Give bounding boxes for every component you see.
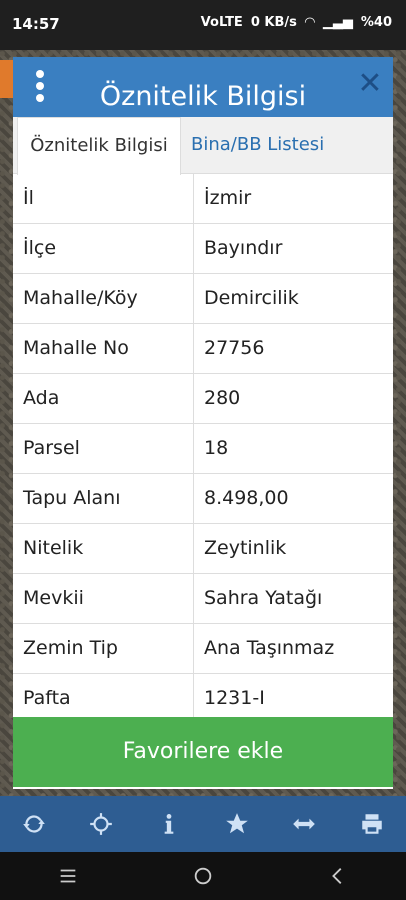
table-row: Parsel 18	[13, 424, 393, 474]
print-icon[interactable]	[355, 807, 389, 841]
row-key: Nitelik	[13, 524, 194, 573]
table-row: Mahalle/Köy Demircilik	[13, 274, 393, 324]
row-value: Demircilik	[204, 287, 299, 309]
android-nav-bar	[0, 852, 406, 900]
status-bar: 14:57 VoLTE 0 KB/s ◠ ▁▃▅ %40	[0, 0, 406, 50]
volte-indicator: VoLTE	[200, 15, 243, 30]
table-row: Tapu Alanı 8.498,00	[13, 474, 393, 524]
row-key: Tapu Alanı	[13, 474, 194, 523]
row-key: İlçe	[13, 224, 194, 273]
back-icon[interactable]	[321, 859, 355, 893]
dialog-title: Öznitelik Bilgisi	[99, 81, 307, 112]
row-key: Mahalle No	[13, 324, 194, 373]
home-icon[interactable]	[186, 859, 220, 893]
crosshair-icon[interactable]	[84, 807, 118, 841]
tab-attribute-info[interactable]: Öznitelik Bilgisi	[17, 117, 181, 175]
row-key: Zemin Tip	[13, 624, 194, 673]
status-icons: VoLTE 0 KB/s ◠ ▁▃▅ %40	[201, 15, 392, 30]
row-value: 8.498,00	[204, 487, 289, 509]
wifi-icon: ◠	[304, 15, 315, 30]
attribute-dialog: Öznitelik Bilgisi ✕ Öznitelik Bilgisi Bi…	[13, 57, 393, 789]
add-favorite-button[interactable]: Favorilere ekle	[13, 717, 393, 787]
tab-bar: Öznitelik Bilgisi Bina/BB Listesi	[13, 117, 393, 175]
row-key: Pafta	[13, 674, 194, 723]
swap-arrows-icon[interactable]	[287, 807, 321, 841]
tab-building-list[interactable]: Bina/BB Listesi	[191, 117, 324, 173]
row-value: 27756	[204, 337, 265, 359]
row-value: Bayındır	[204, 237, 283, 259]
row-value: 18	[204, 437, 229, 459]
attribute-table: İl İzmir İlçe Bayındır Mahalle/Köy Demircil…	[13, 174, 393, 724]
row-value: İzmir	[204, 187, 252, 209]
table-row: Ada 280	[13, 374, 393, 424]
row-value: 1231-I	[204, 687, 265, 709]
refresh-icon[interactable]	[17, 807, 51, 841]
row-value: 280	[204, 387, 241, 409]
table-row: İlçe Bayındır	[13, 224, 393, 274]
row-key: Mahalle/Köy	[13, 274, 194, 323]
row-key: Parsel	[13, 424, 194, 473]
status-time: 14:57	[12, 15, 60, 33]
net-speed: 0 KB/s	[250, 15, 297, 30]
table-row: Mahalle No 27756	[13, 324, 393, 374]
table-row: Nitelik Zeytinlik	[13, 524, 393, 574]
row-key: Mevkii	[13, 574, 194, 623]
table-row: İl İzmir	[13, 174, 393, 224]
row-value: Sahra Yatağı	[204, 587, 323, 609]
close-icon[interactable]: ✕	[357, 69, 383, 99]
dialog-header: Öznitelik Bilgisi ✕	[13, 57, 393, 117]
row-key: İl	[13, 174, 194, 223]
row-value: Ana Taşınmaz	[204, 637, 335, 659]
row-key: Ada	[13, 374, 194, 423]
star-icon[interactable]	[220, 807, 254, 841]
signal-icon: ▁▃▅	[322, 15, 353, 30]
table-row: Mevkii Sahra Yatağı	[13, 574, 393, 624]
map-toolbar	[0, 796, 406, 852]
table-row: Zemin Tip Ana Taşınmaz	[13, 624, 393, 674]
info-icon[interactable]	[152, 807, 186, 841]
recent-apps-icon[interactable]	[51, 859, 85, 893]
row-value: Zeytinlik	[204, 537, 287, 559]
battery-text: %40	[360, 15, 392, 30]
